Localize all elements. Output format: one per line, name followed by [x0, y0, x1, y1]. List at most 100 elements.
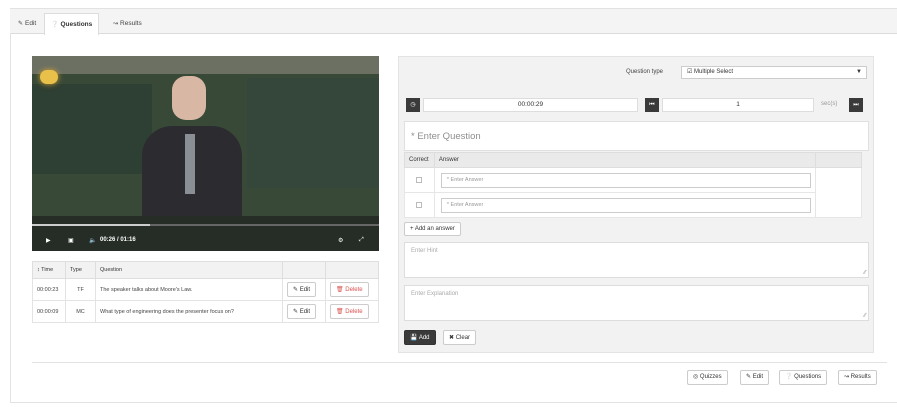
delete-question-button[interactable]: 🗑 Delete — [330, 304, 369, 319]
skip-forward-icon[interactable]: ⏭ — [849, 98, 863, 112]
questions-label: Questions — [794, 374, 822, 380]
caret-down-icon: ▼ — [856, 69, 862, 75]
questions-button[interactable]: ❔ Questions — [779, 370, 828, 385]
row-time: 00:00:09 — [32, 300, 66, 323]
edit-question-button[interactable]: ✎ Edit — [287, 304, 317, 319]
question-type-select[interactable]: ☑ Multiple Select ▼ — [681, 66, 867, 79]
row-delete-cell: 🗑 Delete — [325, 278, 379, 301]
tab-questions-label: Questions — [60, 21, 93, 28]
question-input[interactable]: * Enter Question — [404, 121, 869, 151]
answers-header-row: Correct Answer — [404, 152, 863, 168]
col-answer: Answer — [433, 152, 816, 168]
quizzes-button[interactable]: ◎ Quizzes — [687, 370, 728, 385]
answer-cell: * Enter Answer — [433, 167, 816, 193]
delete-question-button[interactable]: 🗑 Delete — [330, 282, 369, 297]
divider — [32, 362, 887, 363]
correct-checkbox[interactable] — [416, 202, 423, 208]
clear-button[interactable]: ✖ Clear — [443, 330, 477, 345]
time-field[interactable]: 00:00:29 — [423, 98, 638, 112]
clear-label: Clear — [455, 335, 471, 341]
question-type-label: Question type — [626, 69, 664, 75]
table-header-row: ↕ Time Type Question — [32, 261, 379, 279]
seconds-value: 1 — [736, 101, 740, 108]
add-answer-button[interactable]: + Add an answer — [404, 222, 461, 236]
video-frame-background — [172, 76, 206, 120]
row-type: TF — [65, 278, 96, 301]
seconds-label: sec(s) — [821, 101, 838, 107]
row-edit-cell: ✎ Edit — [282, 300, 326, 323]
question-editor-panel: Question type ☑ Multiple Select ▼ ◷ 00:0… — [398, 56, 874, 353]
subtitles-icon[interactable]: ▣ — [68, 237, 74, 244]
results-label: Results — [850, 374, 871, 380]
video-frame-background — [32, 56, 379, 74]
answers-header-spacer — [814, 152, 863, 168]
answer-input[interactable]: * Enter Answer — [440, 172, 811, 188]
results-button[interactable]: ↝ Results — [838, 370, 877, 385]
correct-checkbox[interactable] — [416, 177, 423, 183]
skip-back-icon[interactable]: ⏮ — [645, 98, 659, 112]
edit-button[interactable]: ✎ Edit — [740, 370, 770, 385]
col-question: Question — [95, 261, 283, 279]
clock-icon[interactable]: ◷ — [406, 98, 420, 112]
tab-edit-label: Edit — [25, 20, 37, 27]
time-display: 00:26 / 01:16 — [100, 237, 136, 243]
col-time[interactable]: ↕ Time — [32, 261, 66, 279]
row-question: What type of engineering does the presen… — [95, 300, 283, 323]
tab-bar: ✎ Edit ❔ Questions ↝ Results — [10, 8, 897, 35]
answer-input[interactable]: * Enter Answer — [440, 197, 811, 213]
row-edit-cell: ✎ Edit — [282, 278, 326, 301]
answer-row: * Enter Answer — [404, 192, 862, 218]
explanation-input[interactable]: Enter Explanation ∕∕ — [404, 285, 869, 321]
delete-label: Delete — [345, 309, 363, 315]
time-value: 00:00:29 — [517, 101, 544, 108]
col-edit — [282, 261, 326, 279]
row-delete-cell: 🗑 Delete — [325, 300, 379, 323]
delete-label: Delete — [345, 287, 363, 293]
question-type-value: ☑ Multiple Select — [687, 69, 734, 75]
settings-gear-icon[interactable]: ⚙ — [338, 237, 343, 244]
add-question-button[interactable]: 💾 Add — [404, 330, 436, 345]
answers-spacer — [814, 167, 863, 218]
video-frame-background — [32, 84, 152, 174]
eye-icon: ◎ — [693, 374, 699, 380]
hint-placeholder: Enter Hint — [411, 248, 438, 254]
answers-table: Correct Answer * Enter Answer * Enter An… — [404, 152, 863, 218]
questions-table: ↕ Time Type Question 00:00:23 TF The spe… — [32, 261, 379, 323]
answer-row: * Enter Answer — [404, 167, 863, 218]
video-frame-background — [40, 70, 58, 84]
tab-questions[interactable]: ❔ Questions — [44, 13, 100, 35]
correct-cell — [404, 167, 435, 193]
table-row: 00:00:09 MC What type of engineering doe… — [32, 300, 379, 323]
table-row: 00:00:23 TF The speaker talks about Moor… — [32, 278, 379, 301]
chart-icon: ↝ — [113, 21, 119, 27]
tab-edit[interactable]: ✎ Edit — [12, 13, 42, 35]
video-player[interactable]: ▶ ▣ 🔈 00:26 / 01:16 ⚙ ⤢ — [32, 56, 379, 251]
row-type: MC — [65, 300, 96, 323]
tab-results-label: Results — [120, 20, 142, 27]
save-icon: 💾 — [410, 335, 418, 341]
video-frame-background — [185, 134, 195, 194]
question-circle-icon: ❔ — [785, 374, 793, 380]
resize-grip-icon[interactable]: ∕∕ — [864, 313, 866, 319]
explanation-placeholder: Enter Explanation — [411, 291, 459, 297]
chart-icon: ↝ — [844, 374, 850, 380]
col-correct: Correct — [404, 152, 435, 168]
tab-results[interactable]: ↝ Results — [107, 13, 148, 35]
edit-label: Edit — [299, 309, 311, 315]
correct-cell — [404, 192, 435, 218]
volume-icon[interactable]: 🔈 — [89, 237, 96, 244]
col-delete — [325, 261, 379, 279]
fullscreen-icon[interactable]: ⤢ — [359, 237, 364, 244]
quizzes-label: Quizzes — [699, 374, 722, 380]
question-placeholder: * Enter Question — [411, 131, 481, 142]
hint-input[interactable]: Enter Hint ∕∕ — [404, 242, 869, 278]
resize-grip-icon[interactable]: ∕∕ — [864, 270, 866, 276]
seconds-field[interactable]: 1 — [662, 98, 814, 112]
pencil-icon: ✎ — [18, 21, 24, 27]
answer-cell: * Enter Answer — [433, 192, 816, 218]
edit-label: Edit — [752, 374, 764, 380]
edit-question-button[interactable]: ✎ Edit — [287, 282, 317, 297]
add-label: Add — [418, 335, 430, 341]
play-icon[interactable]: ▶ — [46, 237, 51, 244]
video-progress-bar[interactable] — [32, 224, 379, 226]
